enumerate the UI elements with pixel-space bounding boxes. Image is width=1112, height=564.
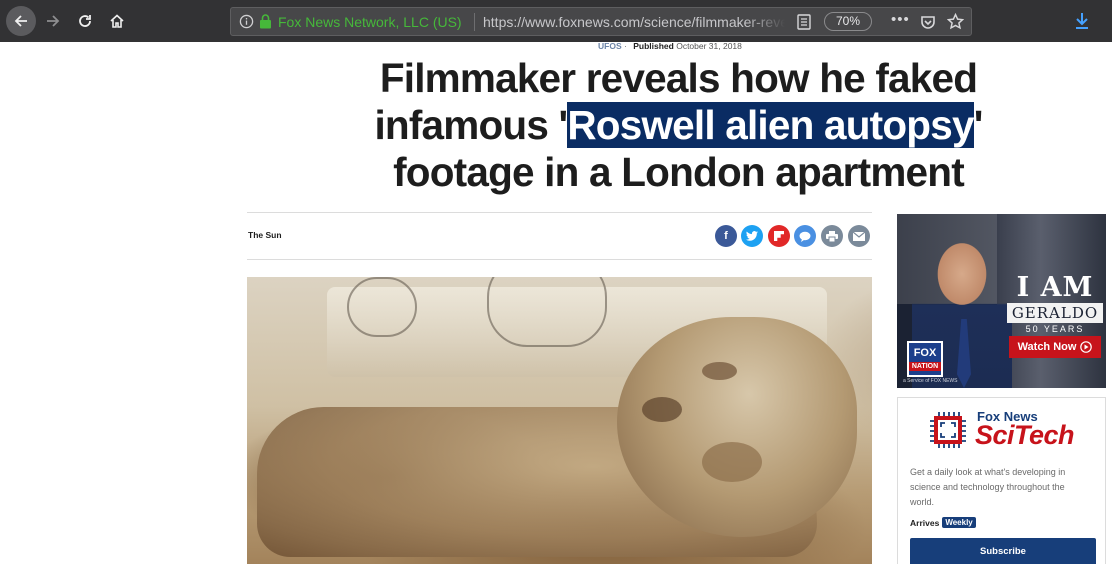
article-source[interactable]: The Sun: [248, 230, 282, 240]
reader-view-icon[interactable]: [797, 14, 811, 30]
logo-subtext: NATION: [909, 362, 941, 371]
forward-button[interactable]: [38, 6, 68, 36]
newsletter-frequency: Arrives Weekly: [910, 517, 976, 528]
download-icon[interactable]: [1074, 12, 1090, 30]
play-icon: [1080, 341, 1093, 353]
email-icon: [853, 231, 865, 241]
ad-watch-now-button[interactable]: Watch Now: [1009, 336, 1101, 358]
print-button[interactable]: [821, 225, 843, 247]
newsletter-description: Get a daily look at what's developing in…: [910, 467, 1066, 507]
ad-title: I AM: [1016, 272, 1094, 303]
image-detail: [487, 277, 607, 347]
fox-nation-logo: FOX NATION: [907, 341, 943, 377]
arrow-left-icon: [14, 15, 27, 27]
bookmark-star-icon[interactable]: [947, 13, 964, 30]
lock-icon[interactable]: [259, 14, 272, 29]
ad-cta-label: Watch Now: [1017, 341, 1077, 353]
article-hero-image[interactable]: [247, 277, 872, 564]
share-comment-button[interactable]: [794, 225, 816, 247]
category-link[interactable]: UFOS: [598, 41, 622, 51]
zoom-indicator[interactable]: 70%: [824, 12, 872, 31]
ad-service-note: a Service of FOX NEWS: [903, 378, 958, 384]
published-label: Published: [633, 41, 674, 51]
scitech-newsletter: Fox News SciTech Get a daily look at wha…: [897, 397, 1106, 564]
divider: [247, 259, 872, 260]
headline-line-1: Filmmaker reveals how he faked: [379, 55, 978, 101]
ad-name: GERALDO: [1007, 303, 1103, 323]
back-button[interactable]: [6, 6, 36, 36]
info-icon[interactable]: [239, 14, 254, 29]
home-button[interactable]: [102, 6, 132, 36]
reload-button[interactable]: [70, 6, 100, 36]
image-detail: [642, 397, 682, 422]
frequency-badge: Weekly: [942, 517, 976, 528]
image-detail: [702, 442, 762, 482]
article-meta: UFOS · Published October 31, 2018: [598, 41, 742, 51]
url-divider: [474, 13, 475, 31]
published-date: October 31, 2018: [676, 41, 742, 51]
share-twitter-button[interactable]: [741, 225, 763, 247]
ad-years: 50 YEARS: [1025, 324, 1085, 334]
divider: [247, 212, 872, 213]
image-detail: [702, 362, 737, 380]
site-identity[interactable]: Fox News Network, LLC (US): [278, 14, 462, 30]
address-bar[interactable]: Fox News Network, LLC (US) https://www.f…: [230, 7, 972, 36]
highlighted-text[interactable]: Roswell alien autopsy: [567, 102, 974, 148]
comment-icon: [799, 231, 811, 242]
newsletter-name: SciTech: [975, 420, 1075, 450]
twitter-icon: [746, 231, 758, 241]
facebook-icon: f: [724, 230, 728, 242]
reload-icon: [79, 15, 91, 27]
fox-nation-ad[interactable]: I AM GERALDO 50 YEARS Watch Now FOX NATI…: [897, 214, 1106, 388]
page-actions-icon[interactable]: •••: [891, 11, 910, 28]
article-headline: Filmmaker reveals how he faked infamous …: [248, 55, 1105, 196]
image-detail: [347, 277, 417, 337]
headline-text: infamous ': [374, 102, 568, 148]
pocket-icon[interactable]: [920, 14, 936, 30]
arrow-right-icon: [47, 15, 60, 27]
headline-text: ': [973, 102, 984, 148]
home-icon: [110, 14, 124, 28]
share-flipboard-button[interactable]: [768, 225, 790, 247]
flipboard-icon: [774, 231, 784, 241]
email-button[interactable]: [848, 225, 870, 247]
logo-text: FOX: [913, 347, 937, 359]
browser-toolbar: Fox News Network, LLC (US) https://www.f…: [0, 0, 1112, 42]
chip-icon: [930, 412, 966, 448]
meta-separator: ·: [624, 41, 630, 51]
print-icon: [826, 230, 838, 242]
headline-line-3: footage in a London apartment: [393, 149, 965, 195]
url-text[interactable]: https://www.foxnews.com/science/filmmake…: [483, 14, 785, 30]
share-facebook-button[interactable]: f: [715, 225, 737, 247]
arrives-label: Arrives: [910, 517, 940, 528]
headline-line-2: infamous 'Roswell alien autopsy': [252, 102, 1105, 149]
subscribe-button[interactable]: Subscribe: [910, 538, 1096, 564]
